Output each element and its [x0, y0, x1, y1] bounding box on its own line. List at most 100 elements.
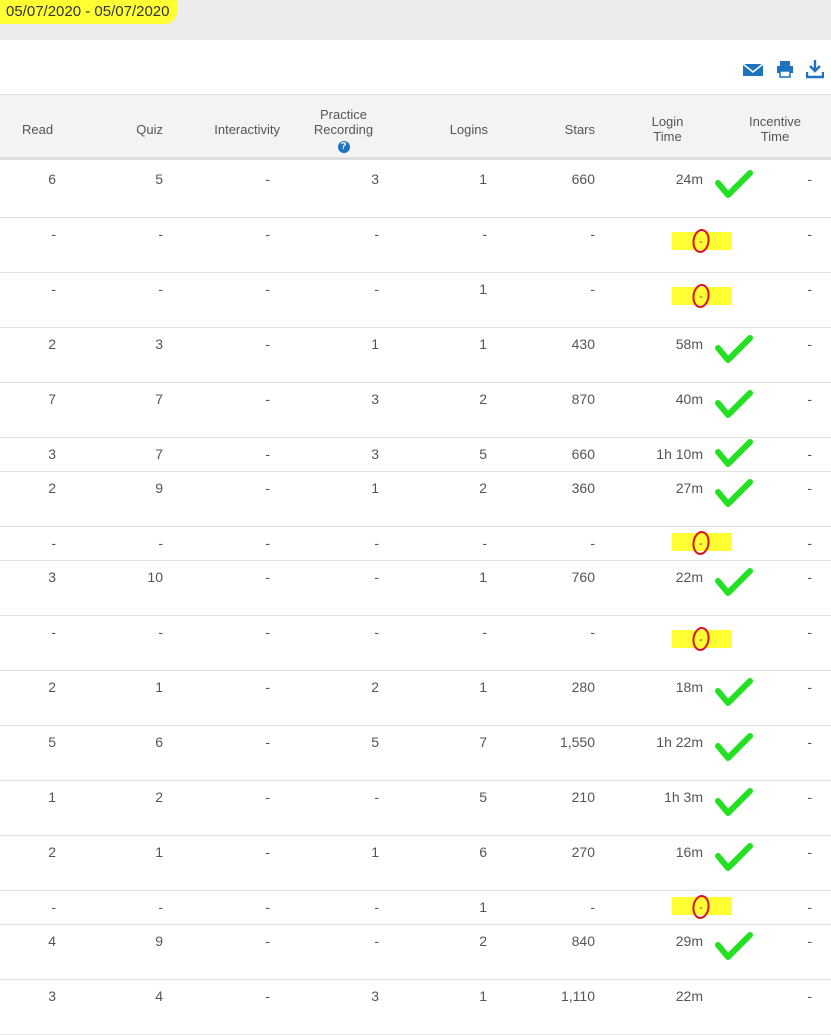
cell-quiz: 7: [155, 391, 163, 407]
cell-interactivity: -: [265, 391, 270, 407]
col-logins[interactable]: Logins: [400, 122, 488, 137]
cell-quiz: -: [158, 281, 163, 297]
table-row[interactable]: 7 7 - 3 2 870 40m -: [0, 383, 831, 438]
cell-practice-recording: -: [374, 789, 379, 805]
cell-logins: 1: [479, 171, 487, 187]
table-row[interactable]: 2 1 - 1 6 270 16m -: [0, 836, 831, 891]
cell-incentive-time: -: [807, 446, 812, 462]
table-row[interactable]: 5 6 - 5 7 1,550 1h 22m -: [0, 726, 831, 781]
cell-interactivity: -: [265, 899, 270, 915]
col-practice-line1: Practice: [320, 107, 367, 122]
cell-stars: 270: [571, 844, 595, 860]
cell-logins: -: [482, 535, 487, 551]
table-row[interactable]: - - - - 1 - - -: [0, 891, 831, 925]
table-header: Read Quiz Interactivity Practice Recordi…: [0, 94, 831, 160]
table-row[interactable]: 2 9 - 1 2 360 27m -: [0, 472, 831, 527]
table-row[interactable]: 6 5 - 3 1 660 24m -: [0, 163, 831, 218]
col-incentive-line1: Incentive: [748, 114, 802, 129]
report-toolbar: [0, 40, 831, 94]
cell-read: -: [51, 281, 56, 297]
cell-practice-recording: -: [374, 281, 379, 297]
cell-practice-recording: 5: [371, 734, 379, 750]
cell-incentive-time: -: [807, 844, 812, 860]
cell-interactivity: -: [265, 569, 270, 585]
cell-read: 3: [48, 988, 56, 1004]
check-mark-icon: [714, 787, 754, 824]
check-mark-icon: [714, 478, 754, 515]
download-icon[interactable]: [805, 59, 825, 84]
col-incentive-line2: Time: [760, 129, 790, 144]
cell-stars: 1,550: [559, 734, 595, 750]
cell-interactivity: -: [265, 734, 270, 750]
cell-practice-recording: -: [374, 899, 379, 915]
cell-stars: 840: [571, 933, 595, 949]
cell-logins: 5: [479, 446, 487, 462]
cell-logins: 5: [479, 789, 487, 805]
cell-read: 2: [48, 844, 56, 860]
date-range-bar: 05/07/2020 - 05/07/2020: [0, 0, 831, 40]
table-row[interactable]: 4 9 - - 2 840 29m -: [0, 925, 831, 980]
cell-login-time: 22m: [675, 988, 703, 1004]
cell-interactivity: -: [265, 844, 270, 860]
cell-read: 5: [48, 734, 56, 750]
cell-practice-recording: 3: [371, 446, 379, 462]
cell-login-time: 29m: [675, 933, 703, 949]
col-practice-recording[interactable]: Practice Recording ?: [296, 107, 391, 153]
date-range-label[interactable]: 05/07/2020 - 05/07/2020: [0, 0, 178, 24]
cell-read: -: [51, 899, 56, 915]
circle-mark-icon: -: [688, 528, 714, 563]
cell-quiz: 4: [155, 988, 163, 1004]
col-interactivity[interactable]: Interactivity: [190, 122, 280, 137]
col-incentive-time[interactable]: Incentive Time: [740, 114, 810, 144]
table-row[interactable]: 2 3 - 1 1 430 58m -: [0, 328, 831, 383]
check-mark-icon: [714, 567, 754, 604]
col-stars[interactable]: Stars: [500, 122, 595, 137]
cell-incentive-time: -: [807, 336, 812, 352]
cell-incentive-time: -: [807, 391, 812, 407]
print-icon[interactable]: [776, 60, 794, 83]
cell-logins: 1: [479, 281, 487, 297]
cell-quiz: -: [158, 535, 163, 551]
cell-practice-recording: -: [374, 569, 379, 585]
cell-logins: -: [482, 226, 487, 242]
cell-interactivity: -: [265, 446, 270, 462]
col-login-time[interactable]: Login Time: [640, 114, 695, 144]
cell-logins: 1: [479, 336, 487, 352]
check-mark-icon: [714, 842, 754, 879]
cell-logins: 6: [479, 844, 487, 860]
cell-login-time: 1h 3m: [664, 789, 703, 805]
table-row[interactable]: --------: [0, 218, 831, 273]
cell-login-time: 1h 22m: [656, 734, 703, 750]
cell-quiz: 5: [155, 171, 163, 187]
cell-incentive-time: -: [807, 789, 812, 805]
cell-stars: -: [590, 226, 595, 242]
col-read[interactable]: Read: [22, 122, 53, 137]
table-row[interactable]: --------: [0, 527, 831, 561]
help-icon[interactable]: ?: [337, 141, 350, 153]
cell-read: 1: [48, 789, 56, 805]
cell-interactivity: -: [265, 336, 270, 352]
cell-quiz: -: [158, 624, 163, 640]
cell-login-time: 22m: [675, 569, 703, 585]
table-row[interactable]: 3 4 - 3 1 1,110 22m -: [0, 980, 831, 1035]
table-row[interactable]: 3 7 - 3 5 660 1h 10m -: [0, 438, 831, 472]
table-row[interactable]: - - - - 1 - - -: [0, 273, 831, 328]
check-mark-icon: [714, 931, 754, 968]
cell-incentive-time: -: [807, 535, 812, 551]
cell-stars: -: [590, 899, 595, 915]
cell-quiz: 1: [155, 679, 163, 695]
table-row[interactable]: --------: [0, 616, 831, 671]
cell-read: 7: [48, 391, 56, 407]
cell-stars: -: [590, 535, 595, 551]
cell-incentive-time: -: [807, 679, 812, 695]
table-row[interactable]: 3 10 - - 1 760 22m -: [0, 561, 831, 616]
col-quiz[interactable]: Quiz: [100, 122, 163, 137]
table-row[interactable]: 2 1 - 2 1 280 18m -: [0, 671, 831, 726]
cell-stars: -: [590, 624, 595, 640]
cell-logins: 7: [479, 734, 487, 750]
cell-quiz: 9: [155, 933, 163, 949]
cell-interactivity: -: [265, 679, 270, 695]
table-row[interactable]: 1 2 - - 5 210 1h 3m -: [0, 781, 831, 836]
mail-icon[interactable]: [742, 62, 764, 83]
cell-incentive-time: -: [807, 480, 812, 496]
